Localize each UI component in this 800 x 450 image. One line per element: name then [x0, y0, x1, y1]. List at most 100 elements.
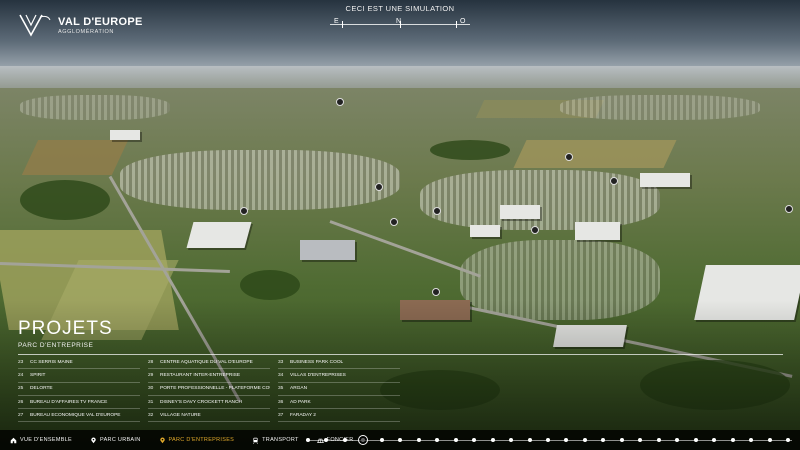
project-number: 30 [148, 386, 154, 392]
timeline-step[interactable] [601, 438, 606, 442]
project-item[interactable]: 33 BUSINESS PARK COOL [278, 356, 400, 370]
map-marker[interactable] [432, 288, 440, 296]
compass-tick [342, 21, 343, 28]
timeline-step[interactable] [324, 438, 329, 442]
project-number: 37 [278, 412, 284, 418]
project-label: FARADAY 2 [290, 412, 316, 418]
compass-north: N [396, 18, 402, 25]
map-marker[interactable] [390, 218, 398, 226]
timeline-step[interactable] [712, 438, 717, 442]
timeline-step[interactable] [582, 438, 587, 442]
nav-label: PARC URBAIN [100, 437, 141, 443]
timeline-step[interactable] [675, 438, 680, 442]
train-icon [253, 437, 259, 444]
timeline-step[interactable] [453, 438, 458, 442]
timeline-step[interactable] [730, 438, 735, 442]
project-item[interactable]: 28 CENTRE AQUATIQUE DU VAL D'EUROPE [148, 356, 270, 370]
nav-parc-urbain[interactable]: PARC URBAIN [80, 430, 148, 450]
tree-cluster [430, 140, 510, 160]
project-label: BUREAU ÉCONOMIQUE VAL D'EUROPE [30, 412, 121, 418]
map-marker[interactable] [433, 207, 441, 215]
building [500, 205, 540, 219]
project-number: 27 [18, 412, 24, 418]
map-marker[interactable] [531, 226, 539, 234]
brand-text: VAL D'EUROPE AGGLOMÉRATION [58, 16, 143, 35]
compass[interactable]: E N O [330, 18, 470, 32]
housing-area [560, 95, 760, 120]
building [300, 240, 355, 260]
field [21, 140, 129, 175]
project-number: 33 [278, 359, 284, 365]
compass-east: E [334, 18, 339, 25]
project-number: 23 [18, 359, 24, 365]
brand-logo[interactable]: VAL D'EUROPE AGGLOMÉRATION [18, 12, 143, 38]
nav-transport[interactable]: TRANSPORT [242, 430, 307, 450]
nav-label: PARC D'ENTREPRISES [168, 437, 235, 443]
project-label: SPIRIT [30, 372, 46, 378]
project-item[interactable]: 23 CC SERRIS MAINE [18, 356, 140, 370]
timeline-step[interactable] [564, 438, 569, 442]
project-number: 35 [278, 386, 284, 392]
timeline-step[interactable] [379, 438, 384, 442]
project-label: BUSINESS PARK COOL [290, 359, 344, 365]
compass-tick [456, 21, 457, 28]
timeline-step[interactable] [416, 438, 421, 442]
timeline-step[interactable] [398, 438, 403, 442]
map-marker[interactable] [565, 153, 573, 161]
timeline-step[interactable] [435, 438, 440, 442]
project-item[interactable]: 32 VILLAGE NATURE [148, 409, 270, 423]
projects-column: 28 CENTRE AQUATIQUE DU VAL D'EUROPE 29 REST… [148, 356, 278, 423]
building [110, 130, 140, 140]
map-marker[interactable] [336, 98, 344, 106]
timeline-step[interactable] [749, 438, 754, 442]
timeline-step[interactable] [490, 438, 495, 442]
timeline-step[interactable] [342, 438, 347, 442]
nav-parc-entreprises[interactable]: PARC D'ENTREPRISES [149, 430, 243, 450]
timeline-step[interactable] [527, 438, 532, 442]
project-number: 25 [18, 386, 24, 392]
timeline-step[interactable] [306, 438, 310, 442]
project-item[interactable]: 34 VILLAS D'ENTREPRISES [278, 369, 400, 383]
timeline-step[interactable] [509, 438, 514, 442]
project-label: VILLAS D'ENTREPRISES [290, 372, 346, 378]
project-number: 32 [148, 412, 154, 418]
timeline-step[interactable] [638, 438, 643, 442]
project-item[interactable]: 30 PORTE PROFESSIONNELLE - PLATEFORME COU… [148, 383, 270, 396]
timeline-step[interactable] [693, 438, 698, 442]
projects-list: 23 CC SERRIS MAINE 24 SPIRIT 25 DELORTE 26 BURE… [18, 356, 400, 423]
timeline-slider[interactable] [306, 435, 792, 445]
timeline-step[interactable] [656, 438, 661, 442]
timeline-step[interactable] [472, 438, 477, 442]
map-marker[interactable] [240, 207, 248, 215]
map-marker[interactable] [785, 205, 793, 213]
project-item[interactable]: 35 ARGAN [278, 383, 400, 396]
projects-column: 33 BUSINESS PARK COOL 34 VILLAS D'ENTREPRIS… [278, 356, 408, 423]
project-item[interactable]: 25 DELORTE [18, 383, 140, 396]
project-item[interactable]: 26 BUREAU D'AFFAIRES TV FRANCE [18, 396, 140, 410]
project-item[interactable]: 24 SPIRIT [18, 369, 140, 383]
brand-subtitle: AGGLOMÉRATION [58, 28, 114, 35]
timeline-step[interactable] [619, 438, 624, 442]
project-label: ARGAN [290, 386, 308, 392]
project-item[interactable]: 31 DISNEY'S DAVY CROCKETT RANCH [148, 396, 270, 410]
housing-area [420, 170, 660, 230]
field [513, 140, 677, 168]
building [575, 222, 620, 240]
project-label: DISNEY'S DAVY CROCKETT RANCH [160, 399, 242, 405]
project-item[interactable]: 36 AD PARK [278, 396, 400, 410]
timeline-step[interactable] [767, 438, 772, 442]
timeline-knob[interactable] [358, 435, 369, 445]
nav-vue-ensemble[interactable]: VUE D'ENSEMBLE [0, 430, 80, 450]
project-item[interactable]: 27 BUREAU ÉCONOMIQUE VAL D'EUROPE [18, 409, 140, 423]
timeline-step[interactable] [546, 438, 550, 442]
project-item[interactable]: 37 FARADAY 2 [278, 409, 400, 423]
tree-cluster [240, 270, 300, 300]
map-marker[interactable] [375, 183, 383, 191]
project-label: CC SERRIS MAINE [30, 359, 73, 365]
map-marker[interactable] [610, 177, 618, 185]
projects-column: 23 CC SERRIS MAINE 24 SPIRIT 25 DELORTE 26 BURE… [18, 356, 148, 423]
timeline-step[interactable] [786, 438, 790, 442]
project-item[interactable]: 29 RESTAURANT INTER-ENTREPRISE [148, 369, 270, 383]
housing-area [120, 150, 400, 210]
tree-cluster [20, 180, 110, 220]
